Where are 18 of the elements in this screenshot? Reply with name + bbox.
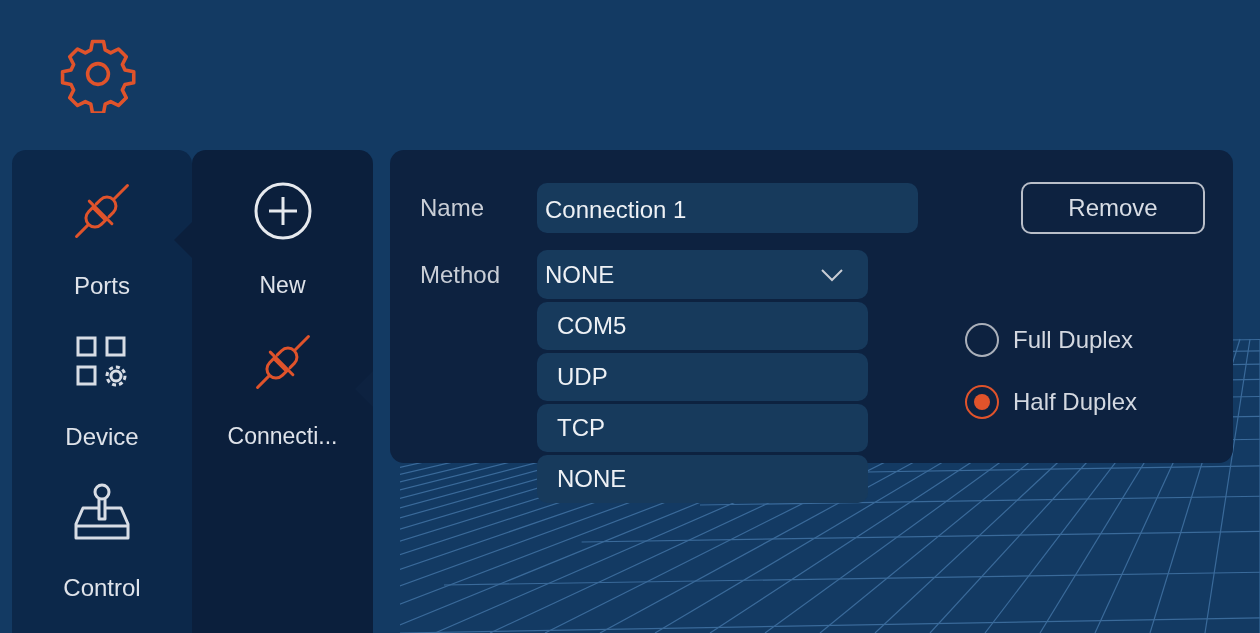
subnav-item[interactable]: New bbox=[192, 180, 373, 331]
dropdown-option[interactable]: UDP bbox=[537, 353, 868, 401]
method-label: Method bbox=[420, 260, 502, 290]
plus-circle-icon bbox=[252, 180, 313, 242]
sidebar-item[interactable]: Device bbox=[12, 331, 192, 482]
radio-label: Full Duplex bbox=[1013, 326, 1134, 354]
radio-button[interactable] bbox=[965, 385, 999, 419]
dropdown-option[interactable]: TCP bbox=[537, 404, 868, 452]
subnav-item[interactable]: Connecti... bbox=[192, 331, 373, 482]
radio-label: Half Duplex bbox=[1013, 388, 1138, 416]
method-dropdown[interactable]: NONE bbox=[537, 250, 868, 299]
dropdown-option[interactable]: NONE bbox=[537, 455, 868, 503]
sidebar-item[interactable]: Control bbox=[12, 482, 192, 633]
name-field[interactable]: Connection 1 bbox=[537, 183, 918, 233]
remove-button[interactable]: Remove bbox=[1021, 182, 1205, 234]
radio-button[interactable] bbox=[965, 323, 999, 357]
dropdown-option[interactable]: COM5 bbox=[537, 302, 868, 350]
name-label: Name bbox=[420, 194, 486, 222]
